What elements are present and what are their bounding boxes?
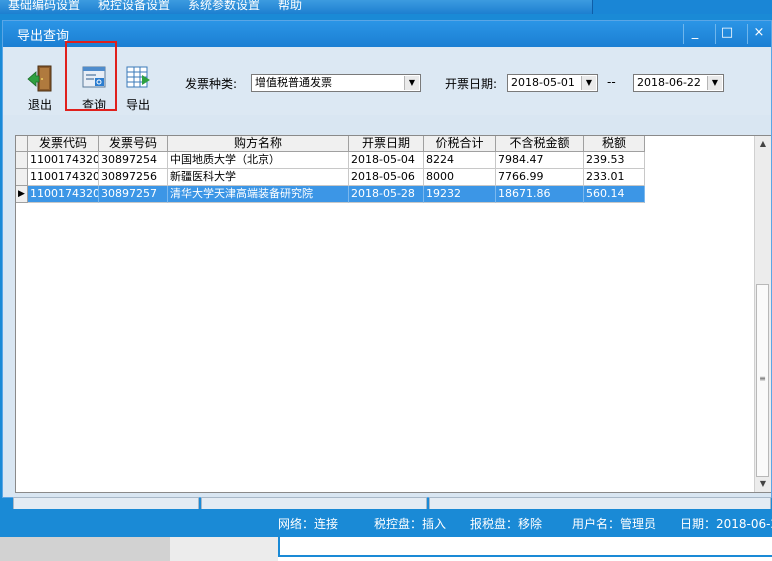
user-status: 用户名：管理员 <box>572 517 657 531</box>
chevron-down-icon[interactable]: ▼ <box>581 76 596 90</box>
date-status: 日期：2018-06-22 <box>680 517 772 531</box>
invoice-type-select[interactable]: 增值税普通发票 ▼ <box>251 74 421 92</box>
report-disk-status: 报税盘：移除 <box>470 517 543 531</box>
table-cell: 2018-05-06 <box>349 169 424 186</box>
column-header[interactable]: 税额 <box>584 136 645 152</box>
exit-door-icon <box>27 65 52 92</box>
date-to-picker[interactable]: 2018-06-22 ▼ <box>633 74 724 92</box>
invoice-table[interactable]: 发票代码 发票号码 购方名称 开票日期 价税合计 不含税金额 税额 110017… <box>15 135 771 493</box>
bottom-line <box>278 555 772 557</box>
table-cell: 8000 <box>424 169 496 186</box>
bottom-panel-left <box>0 537 170 561</box>
menu-item-system-params[interactable]: 系统参数设置 <box>188 0 260 13</box>
row-header[interactable] <box>16 169 28 186</box>
table-cell: 8224 <box>424 152 496 169</box>
table-cell: 清华大学天津高端装备研究院 <box>168 186 349 203</box>
table-cell: 1100174320 <box>28 186 99 203</box>
table-cell: 239.53 <box>584 152 645 169</box>
date-from-picker[interactable]: 2018-05-01 ▼ <box>507 74 598 92</box>
export-query-window: 导出查询 _ □ × 退出 查询 导出 发票种类: 增值税普通发票 ▼ 开票日期… <box>2 20 772 514</box>
table-cell: 2018-05-28 <box>349 186 424 203</box>
invoice-type-value: 增值税普通发票 <box>255 76 332 89</box>
table-cell: 18671.86 <box>496 186 584 203</box>
query-highlight-box <box>65 41 117 111</box>
app-status-bar: 网络：连接 税控盘：插入 报税盘：移除 用户名：管理员 日期：2018-06-2… <box>0 509 772 537</box>
scroll-down-arrow-icon[interactable]: ▼ <box>755 476 771 492</box>
table-cell: 30897254 <box>99 152 168 169</box>
chevron-down-icon[interactable]: ▼ <box>404 76 419 90</box>
invoice-date-label: 开票日期: <box>445 77 498 91</box>
table-cell: 30897257 <box>99 186 168 203</box>
row-header-corner <box>16 136 28 152</box>
column-header[interactable]: 发票号码 <box>99 136 168 152</box>
export-table-icon <box>126 66 150 88</box>
menu-item-tax-device[interactable]: 税控设备设置 <box>98 0 170 13</box>
network-status: 网络：连接 <box>278 517 339 531</box>
table-cell: 2018-05-04 <box>349 152 424 169</box>
window-titlebar: 导出查询 _ □ × <box>3 21 771 47</box>
menu-bar: 基础编码设置 税控设备设置 系统参数设置 帮助 <box>0 0 772 14</box>
scroll-up-arrow-icon[interactable]: ▲ <box>755 136 771 152</box>
column-header[interactable]: 发票代码 <box>28 136 99 152</box>
menu-item-help[interactable]: 帮助 <box>278 0 302 13</box>
bottom-panel-mid <box>170 537 278 561</box>
exit-label: 退出 <box>27 98 52 112</box>
table-cell: 233.01 <box>584 169 645 186</box>
scrollbar-thumb[interactable]: ≡ <box>756 284 769 477</box>
bottom-strip <box>0 537 772 561</box>
menu-bar-right-panel <box>592 0 772 14</box>
table-cell: 1100174320 <box>28 152 99 169</box>
column-header[interactable]: 开票日期 <box>349 136 424 152</box>
minimize-button[interactable]: _ <box>683 24 706 44</box>
bottom-divider <box>278 537 280 557</box>
column-header[interactable]: 价税合计 <box>424 136 496 152</box>
chevron-down-icon[interactable]: ▼ <box>707 76 722 90</box>
exit-button[interactable]: 退出 <box>20 63 60 113</box>
table-cell: 30897256 <box>99 169 168 186</box>
date-to-value: 2018-06-22 <box>637 76 701 89</box>
date-separator: -- <box>607 75 616 89</box>
table-cell: 新疆医科大学 <box>168 169 349 186</box>
vertical-scrollbar[interactable]: ▲ ≡ ▼ <box>754 136 771 492</box>
table-cell: 1100174320 <box>28 169 99 186</box>
close-button[interactable]: × <box>747 24 770 44</box>
menu-item-basic-code[interactable]: 基础编码设置 <box>8 0 80 13</box>
invoice-type-label: 发票种类: <box>185 77 238 91</box>
column-header[interactable]: 不含税金额 <box>496 136 584 152</box>
table-cell: 7766.99 <box>496 169 584 186</box>
row-pointer-icon[interactable]: ▶ <box>16 186 28 203</box>
table-cell: 中国地质大学（北京） <box>168 152 349 169</box>
window-title: 导出查询 <box>17 29 70 44</box>
row-header[interactable] <box>16 152 28 169</box>
column-header[interactable]: 购方名称 <box>168 136 349 152</box>
table-cell: 560.14 <box>584 186 645 203</box>
maximize-button[interactable]: □ <box>715 24 738 44</box>
toolbar: 退出 查询 导出 发票种类: 增值税普通发票 ▼ 开票日期: 2018-05-0… <box>3 47 771 115</box>
export-label: 导出 <box>125 98 150 112</box>
date-from-value: 2018-05-01 <box>511 76 575 89</box>
export-button[interactable]: 导出 <box>118 63 158 113</box>
table-cell: 7984.47 <box>496 152 584 169</box>
tax-device-status: 税控盘：插入 <box>374 517 447 531</box>
table-cell: 19232 <box>424 186 496 203</box>
